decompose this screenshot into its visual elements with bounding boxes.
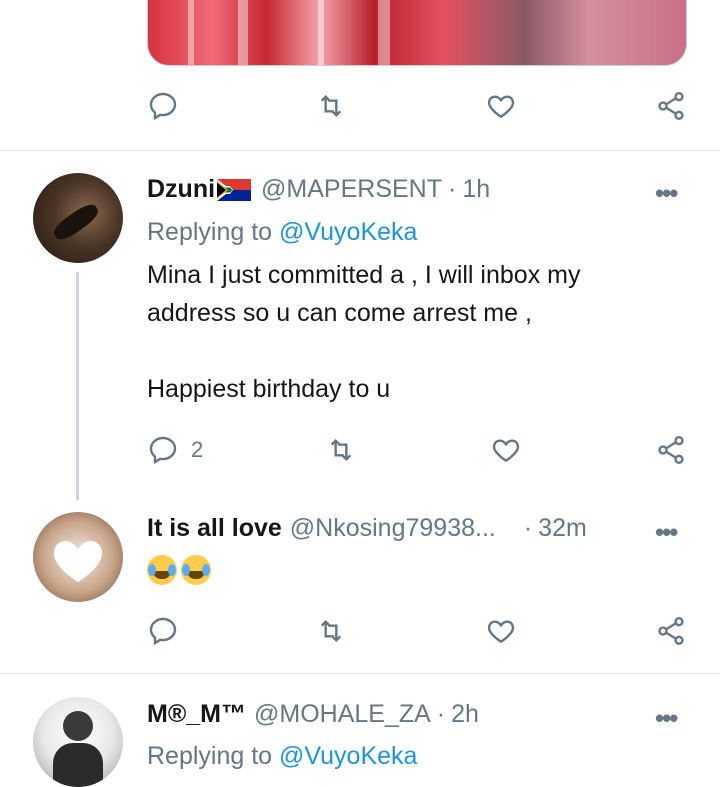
like-icon	[487, 620, 515, 644]
replying-to: Replying to @VuyoKeka	[147, 742, 417, 771]
timestamp[interactable]: 1h	[462, 175, 490, 204]
tweet-header: M®_M™ @MOHALE_ZA · 2h	[147, 700, 479, 729]
tweet-text	[147, 555, 215, 585]
replying-to-handle[interactable]: @VuyoKeka	[279, 218, 417, 246]
retweet-button[interactable]	[315, 90, 347, 122]
reply-button[interactable]	[147, 615, 179, 647]
south-africa-flag-emoji	[217, 178, 252, 201]
like-button[interactable]	[485, 615, 517, 647]
timestamp[interactable]: 2h	[451, 700, 479, 729]
tweet-text: Mina I just committed a , I will inbox m…	[147, 256, 667, 408]
reply-icon	[149, 436, 177, 465]
user-name[interactable]: M®_M™	[147, 700, 246, 729]
face-with-tears-of-joy-emoji	[181, 555, 211, 585]
avatar[interactable]	[33, 173, 123, 263]
heart-hands-icon	[53, 540, 103, 582]
share-button[interactable]	[655, 434, 687, 466]
tweet-header: It is all love @Nkosing79938... · 32m	[147, 514, 587, 543]
tweet-actions	[0, 90, 720, 126]
retweet-icon	[330, 438, 352, 462]
retweet-icon	[320, 619, 342, 643]
reply-icon	[149, 617, 177, 646]
user-handle[interactable]: @MOHALE_ZA	[254, 700, 431, 729]
share-button[interactable]	[655, 90, 687, 122]
separator-dot: ·	[436, 700, 446, 728]
user-name[interactable]: Dzuni	[147, 175, 215, 204]
avatar[interactable]	[33, 697, 123, 787]
user-name[interactable]: It is all love	[147, 514, 282, 543]
more-icon[interactable]: •••	[655, 178, 678, 209]
reply-button[interactable]: 2	[147, 434, 203, 466]
reply-button[interactable]	[147, 90, 179, 122]
more-icon[interactable]: •••	[655, 517, 678, 548]
timestamp[interactable]: 32m	[538, 514, 587, 543]
user-handle[interactable]: @Nkosing79938...	[290, 514, 496, 543]
like-icon	[487, 95, 515, 119]
divider	[0, 673, 720, 674]
replying-to-label: Replying to	[147, 742, 273, 770]
replying-to-handle[interactable]: @VuyoKeka	[279, 742, 417, 770]
avatar[interactable]	[33, 512, 123, 602]
user-handle[interactable]: @MAPERSENT	[261, 175, 442, 204]
divider	[0, 150, 720, 151]
replying-to: Replying to @VuyoKeka	[147, 218, 417, 247]
tweet-text-line: Mina I just committed a , I will inbox m…	[147, 261, 581, 289]
share-icon	[658, 92, 684, 120]
like-button[interactable]	[490, 434, 522, 466]
separator-dot: ·	[448, 175, 457, 203]
tweet-media-image[interactable]	[147, 0, 687, 66]
tweet-text-line: Happiest birthday to u	[147, 375, 391, 403]
face-with-tears-of-joy-emoji	[147, 555, 177, 585]
reply-icon	[149, 92, 177, 121]
retweet-button[interactable]	[325, 434, 357, 466]
share-icon	[658, 617, 684, 645]
like-icon	[492, 439, 520, 463]
retweet-button[interactable]	[315, 615, 347, 647]
tweet-header: Dzuni @MAPERSENT · 1h	[147, 175, 490, 204]
tweet-actions	[0, 615, 720, 651]
more-icon[interactable]: •••	[655, 703, 678, 734]
tweet-actions: 2	[0, 434, 720, 470]
replying-to-label: Replying to	[147, 218, 273, 246]
separator-dot: ·	[523, 514, 533, 542]
retweet-icon	[320, 94, 342, 118]
tweet-text-line: address so u can come arrest me ,	[147, 299, 532, 327]
reply-count: 2	[191, 437, 204, 462]
share-button[interactable]	[655, 615, 687, 647]
share-icon	[658, 436, 684, 464]
like-button[interactable]	[485, 90, 517, 122]
